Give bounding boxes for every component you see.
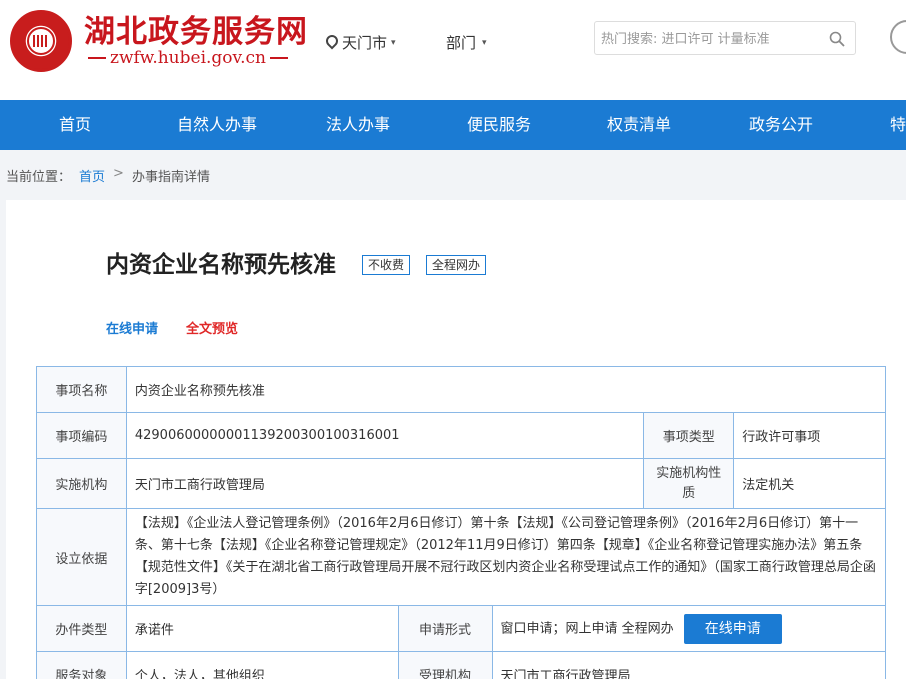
site-title[interactable]: 湖北政务服务网 — [84, 6, 308, 51]
item-type-value: 行政许可事项 — [733, 412, 886, 459]
apply-form-cell: 窗口申请；网上申请 全程网办 在线申请 — [491, 605, 887, 652]
item-name-value: 内资企业名称预先核准 — [125, 366, 887, 413]
site-url-text: zwfw.hubei.gov.cn — [110, 48, 266, 68]
table-row: 事项名称 内资企业名称预先核准 — [36, 366, 887, 413]
item-code-value: 42900600000001139200300100316001 — [125, 412, 645, 459]
user-avatar-icon[interactable] — [890, 20, 906, 54]
nav-item-convenience[interactable]: 便民服务 — [432, 100, 566, 150]
search-icon[interactable] — [829, 31, 845, 47]
nav-item-powers[interactable]: 权责清单 — [566, 100, 712, 150]
service-target-value: 个人，法人，其他组织 — [125, 651, 399, 679]
url-decor-right — [270, 57, 288, 59]
handle-type-label: 办件类型 — [36, 605, 127, 652]
logo-bars — [33, 35, 49, 47]
handle-type-value: 承诺件 — [125, 605, 399, 652]
site-header: 湖北政务服务网 zwfw.hubei.gov.cn 天门市 ▾ 部门 ▾ — [0, 0, 906, 100]
breadcrumb-current: 办事指南详情 — [131, 170, 210, 185]
chevron-down-icon: ▾ — [482, 37, 487, 48]
chevron-down-icon: ▾ — [391, 37, 396, 48]
item-info-table: 事项名称 内资企业名称预先核准 事项编码 4290060000000113920… — [36, 366, 887, 679]
location-pin-icon — [326, 35, 338, 51]
page-title: 内资企业名称预先核准 — [106, 252, 336, 278]
nav-item-personal[interactable]: 自然人办事 — [150, 100, 284, 150]
item-code-label: 事项编码 — [36, 412, 127, 459]
org-value: 天门市工商行政管理局 — [125, 458, 645, 509]
nav-item-disclosure[interactable]: 政务公开 — [712, 100, 850, 150]
site-url: zwfw.hubei.gov.cn — [88, 48, 288, 68]
table-row: 事项编码 42900600000001139200300100316001 事项… — [36, 412, 886, 459]
breadcrumb: 当前位置： 首页 > 办事指南详情 — [6, 166, 210, 185]
search-box — [594, 21, 856, 55]
apply-form-label: 申请形式 — [397, 605, 493, 652]
accept-org-value: 天门市工商行政管理局 — [491, 651, 887, 679]
breadcrumb-home[interactable]: 首页 — [79, 166, 105, 185]
service-target-label: 服务对象 — [36, 651, 127, 679]
guide-detail-card: 内资企业名称预先核准 不收费 全程网办 在线申请 全文预览 事项名称 内资企业名… — [6, 200, 906, 679]
table-row: 实施机构 天门市工商行政管理局 实施机构性质 法定机关 — [36, 458, 886, 509]
legal-basis-value: 【法规】《企业法人登记管理条例》（2016年2月6日修订）第十条【法规】《公司登… — [125, 508, 887, 606]
table-row: 办件类型 承诺件 申请形式 窗口申请；网上申请 全程网办 在线申请 — [36, 605, 887, 652]
online-apply-button[interactable]: 在线申请 — [683, 613, 782, 644]
nav-item-home[interactable]: 首页 — [0, 100, 150, 150]
url-decor-left — [88, 57, 106, 59]
breadcrumb-prefix: 当前位置： — [6, 170, 72, 185]
org-nature-value: 法定机关 — [733, 458, 886, 509]
org-nature-label: 实施机构性质 — [643, 458, 735, 509]
apply-form-value: 窗口申请；网上申请 全程网办 — [500, 621, 674, 636]
search-input[interactable] — [601, 29, 823, 49]
location-selector[interactable]: 天门市 ▾ — [326, 32, 396, 53]
item-type-label: 事项类型 — [643, 412, 735, 459]
table-row: 服务对象 个人，法人，其他组织 受理机构 天门市工商行政管理局 — [36, 651, 887, 679]
nav-item-special[interactable]: 特 — [850, 100, 906, 150]
online-apply-link[interactable]: 在线申请 — [106, 318, 158, 337]
main-nav: 首页 自然人办事 法人办事 便民服务 权责清单 政务公开 特 — [0, 100, 906, 150]
full-preview-link[interactable]: 全文预览 — [186, 318, 238, 337]
legal-basis-label: 设立依据 — [36, 508, 127, 606]
item-name-label: 事项名称 — [36, 366, 127, 413]
org-label: 实施机构 — [36, 458, 127, 509]
tag-fully-online: 全程网办 — [426, 255, 487, 275]
site-logo-emblem[interactable] — [10, 10, 72, 72]
tag-free-of-charge: 不收费 — [362, 255, 411, 275]
breadcrumb-separator-icon: > — [113, 166, 124, 181]
table-row: 设立依据 【法规】《企业法人登记管理条例》（2016年2月6日修订）第十条【法规… — [36, 508, 887, 606]
department-selector[interactable]: 部门 ▾ — [446, 32, 487, 53]
location-label: 天门市 — [342, 34, 388, 52]
department-label: 部门 — [446, 34, 477, 52]
nav-item-corporate[interactable]: 法人办事 — [284, 100, 432, 150]
accept-org-label: 受理机构 — [397, 651, 493, 679]
